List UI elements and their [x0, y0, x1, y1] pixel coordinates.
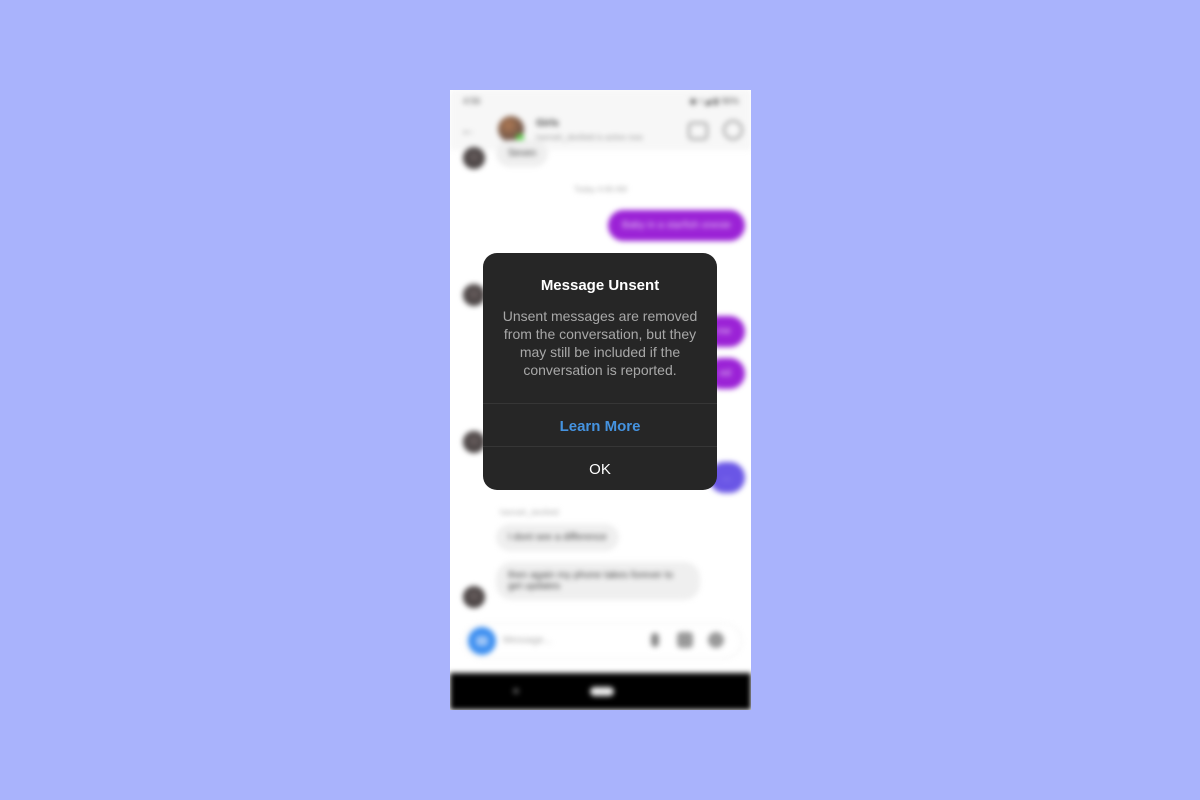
message-incoming[interactable]: then again my phone takes forever to get…	[496, 562, 700, 600]
avatar	[463, 284, 485, 306]
status-time: 4:56	[463, 96, 481, 106]
message-composer: Message...	[464, 623, 742, 659]
info-icon[interactable]	[723, 120, 743, 140]
dialog-body: Unsent messages are removed from the con…	[502, 308, 698, 378]
sticker-icon[interactable]	[708, 632, 724, 648]
avatar	[463, 147, 485, 169]
avatar	[463, 431, 485, 453]
status-icons: ◉ ▿◢ ▮ 96%	[689, 96, 739, 106]
status-bar: 4:56 ◉ ▿◢ ▮ 96%	[450, 90, 751, 112]
android-nav-bar	[450, 673, 751, 710]
message-incoming[interactable]: I dont see a difference	[496, 524, 619, 551]
sender-label: hannah_dexfield	[500, 508, 559, 517]
message-unsent-dialog: Message Unsent Unsent messages are remov…	[483, 253, 717, 490]
message-incoming[interactable]: Seven	[496, 140, 549, 167]
nav-back-icon[interactable]	[513, 688, 519, 694]
dialog-title: Message Unsent	[540, 277, 660, 294]
ok-button[interactable]: OK	[483, 447, 717, 490]
chat-subtitle: hannah_dexfield is active now	[536, 133, 643, 142]
microphone-icon[interactable]	[651, 633, 659, 647]
learn-more-button[interactable]: Learn More	[483, 404, 717, 447]
video-camera-icon[interactable]	[688, 122, 708, 140]
gallery-icon[interactable]	[677, 632, 693, 648]
chat-header: ← Girls hannah_dexfield is active now	[450, 112, 751, 150]
chat-name[interactable]: Girls	[536, 118, 559, 129]
nav-home-icon[interactable]	[590, 687, 614, 696]
arrow-left-icon[interactable]: ←	[460, 122, 476, 140]
timestamp: Today 4:46 AM	[574, 185, 627, 194]
camera-icon[interactable]	[468, 627, 496, 655]
message-outgoing[interactable]: Baby in a starfish onesie	[608, 210, 745, 241]
avatar	[463, 586, 485, 608]
message-input[interactable]: Message...	[503, 635, 552, 646]
